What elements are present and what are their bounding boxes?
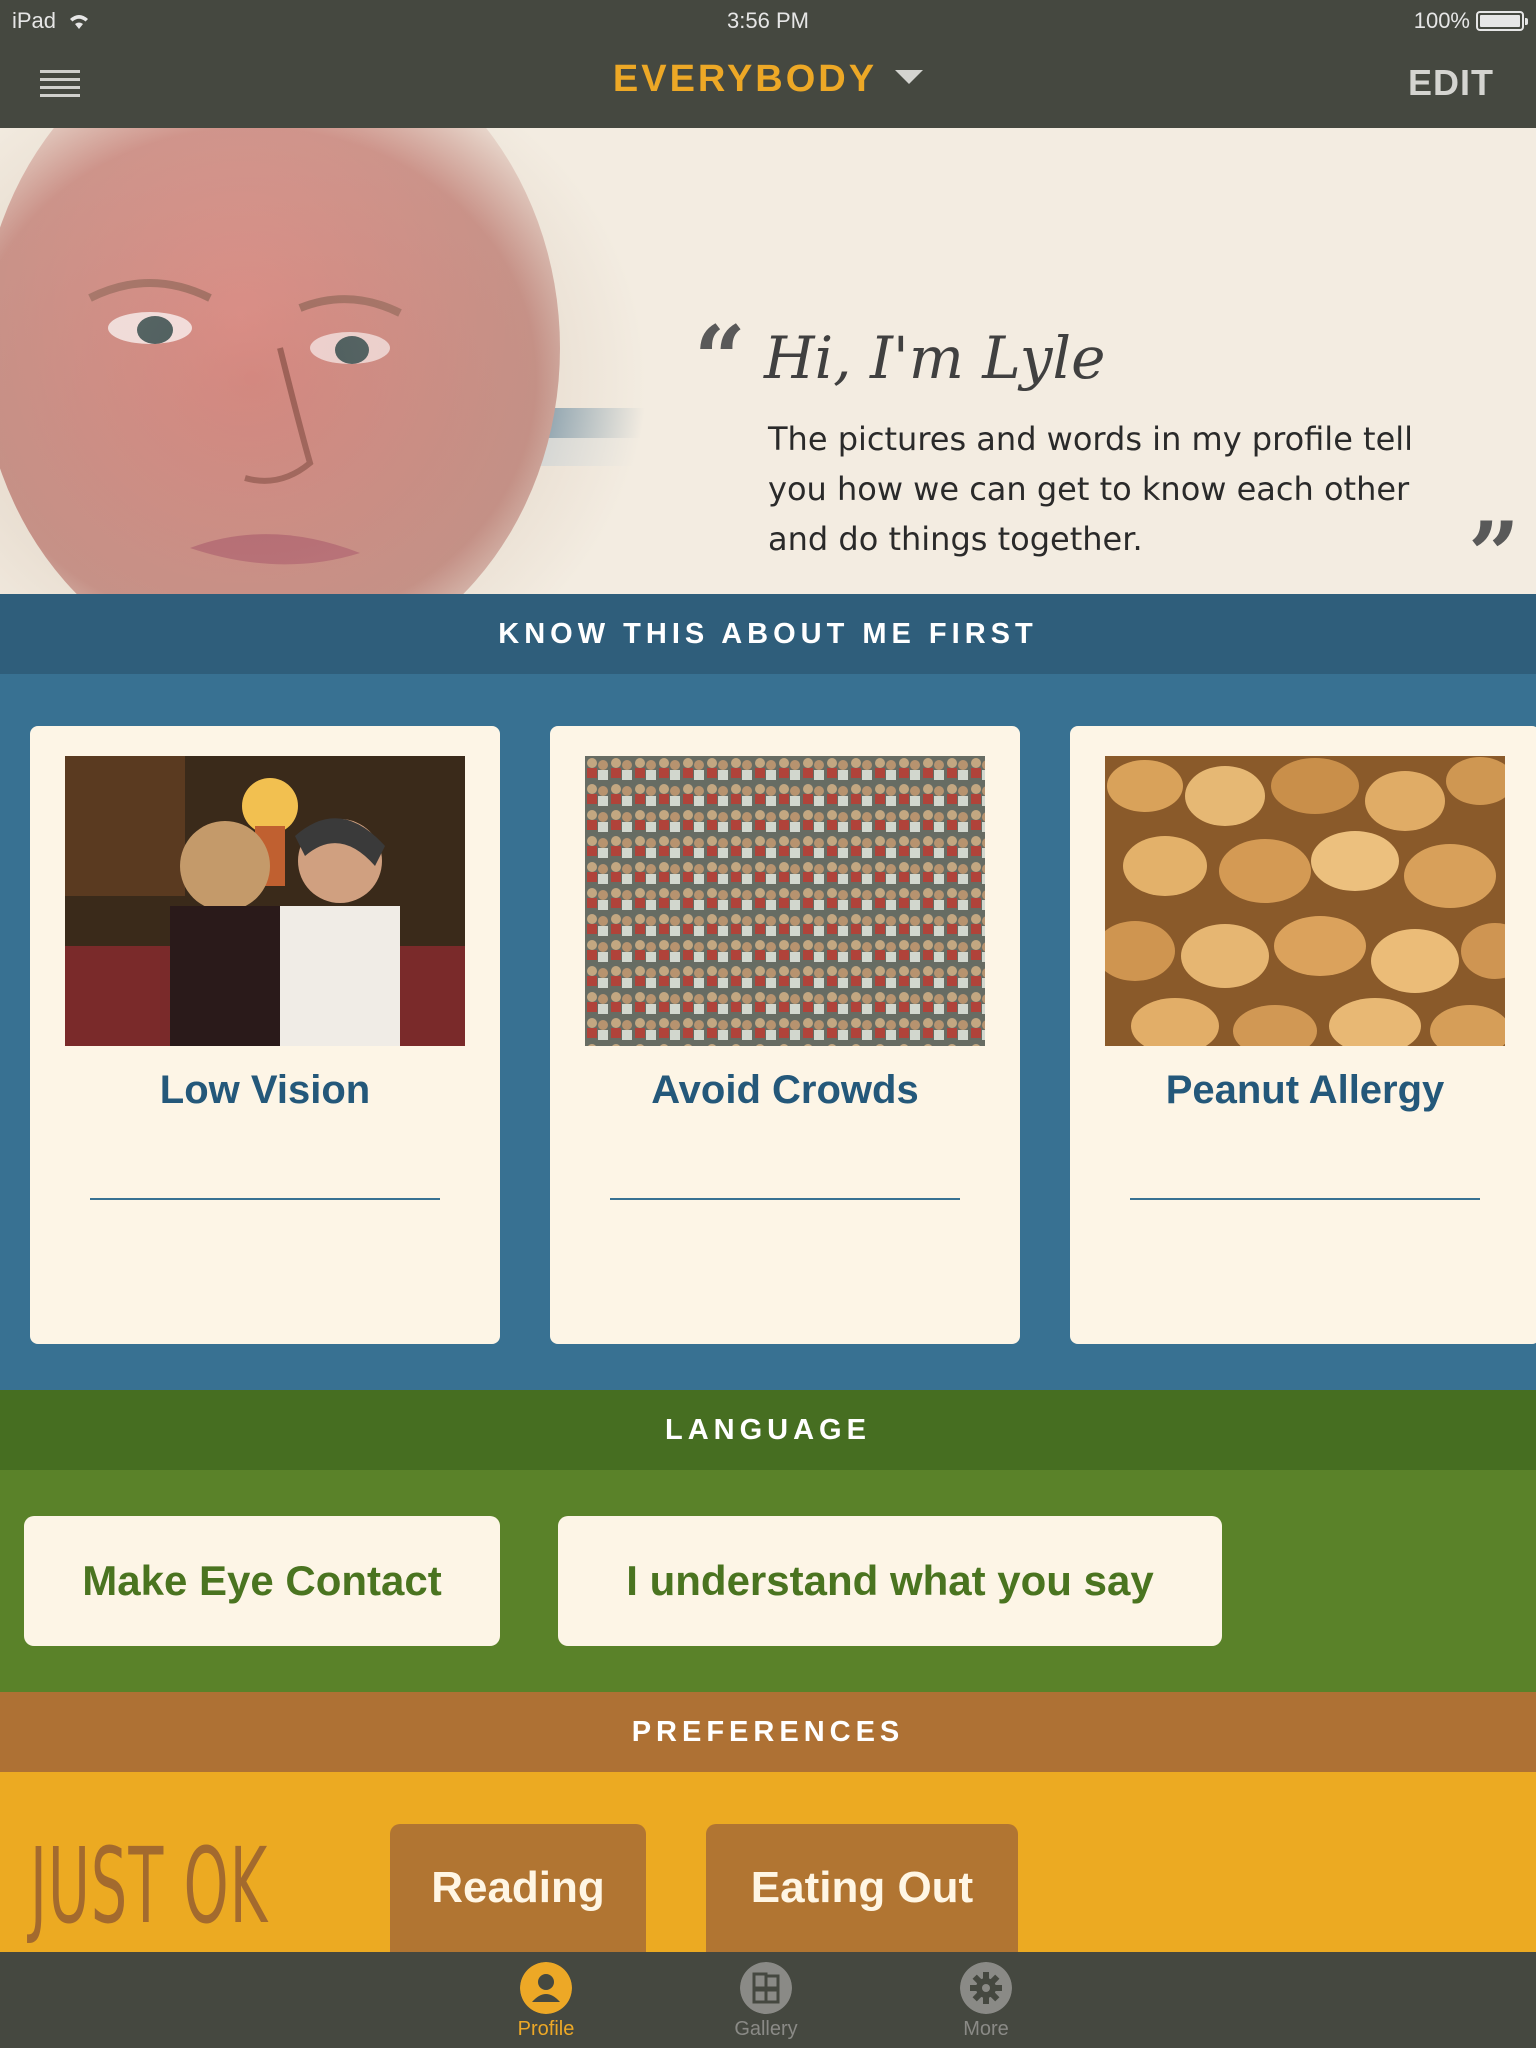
status-bar: iPad 3:56 PM 100% — [0, 0, 1536, 40]
audience-label: EVERYBODY — [612, 58, 878, 100]
person-icon — [520, 1962, 572, 2014]
language-item-understand[interactable]: I understand what you say — [558, 1516, 1222, 1646]
profile-greeting: Hi, I'm Lyle — [764, 324, 1106, 392]
card-title: Low Vision — [159, 1068, 371, 1112]
top-bar: iPad 3:56 PM 100% EVERYBODY EDIT — [0, 0, 1536, 128]
status-time: 3:56 PM — [727, 8, 809, 33]
edit-button[interactable]: EDIT — [1408, 62, 1494, 104]
card-title: Peanut Allergy — [1165, 1068, 1445, 1112]
language-section: Make Eye Contact I understand what you s… — [0, 1470, 1536, 1692]
gallery-icon — [740, 1962, 792, 2014]
quote-close-icon: ” — [1468, 502, 1520, 594]
preference-level-label: JUST OK — [30, 1825, 269, 1947]
audience-selector[interactable]: EVERYBODY — [0, 58, 1536, 101]
tab-label: Gallery — [734, 2018, 798, 2040]
know-first-section: Low Vision Avoid Crowds Peanut Allergy — [0, 674, 1536, 1390]
profile-photo — [0, 128, 660, 594]
tab-bar: Profile Gallery More — [0, 1952, 1536, 2048]
tab-profile[interactable]: Profile — [476, 1952, 616, 2048]
section-heading-know-first: KNOW THIS ABOUT ME FIRST — [0, 594, 1536, 674]
profile-header: “ Hi, I'm Lyle The pictures and words in… — [0, 128, 1536, 594]
preference-item-reading[interactable]: Reading — [390, 1824, 646, 1952]
preferences-section: JUST OK Reading Eating Out — [0, 1772, 1536, 1952]
tab-gallery[interactable]: Gallery — [696, 1952, 836, 2048]
quote-open-icon: “ — [694, 306, 746, 412]
know-card-peanut-allergy[interactable]: Peanut Allergy — [1070, 726, 1536, 1344]
card-photo — [585, 756, 985, 1046]
gear-icon — [960, 1962, 1012, 2014]
tab-more[interactable]: More — [916, 1952, 1056, 2048]
section-heading-language: LANGUAGE — [0, 1390, 1536, 1470]
profile-intro: The pictures and words in my profile tel… — [768, 420, 1414, 558]
know-card-avoid-crowds[interactable]: Avoid Crowds — [550, 726, 1020, 1344]
divider — [610, 1198, 960, 1200]
card-title: Avoid Crowds — [651, 1068, 919, 1112]
card-photo — [1105, 756, 1505, 1046]
know-card-low-vision[interactable]: Low Vision — [30, 726, 500, 1344]
battery-icon — [1476, 11, 1528, 31]
language-item-eye-contact[interactable]: Make Eye Contact — [24, 1516, 500, 1646]
chevron-down-icon — [895, 69, 924, 84]
preference-item-eating-out[interactable]: Eating Out — [706, 1824, 1018, 1952]
card-photo — [65, 756, 465, 1046]
tab-label: More — [963, 2018, 1009, 2040]
divider — [1130, 1198, 1480, 1200]
battery-percent: 100% — [1413, 8, 1470, 33]
divider — [90, 1198, 440, 1200]
tab-label: Profile — [517, 2018, 575, 2040]
section-heading-preferences: PREFERENCES — [0, 1692, 1536, 1772]
